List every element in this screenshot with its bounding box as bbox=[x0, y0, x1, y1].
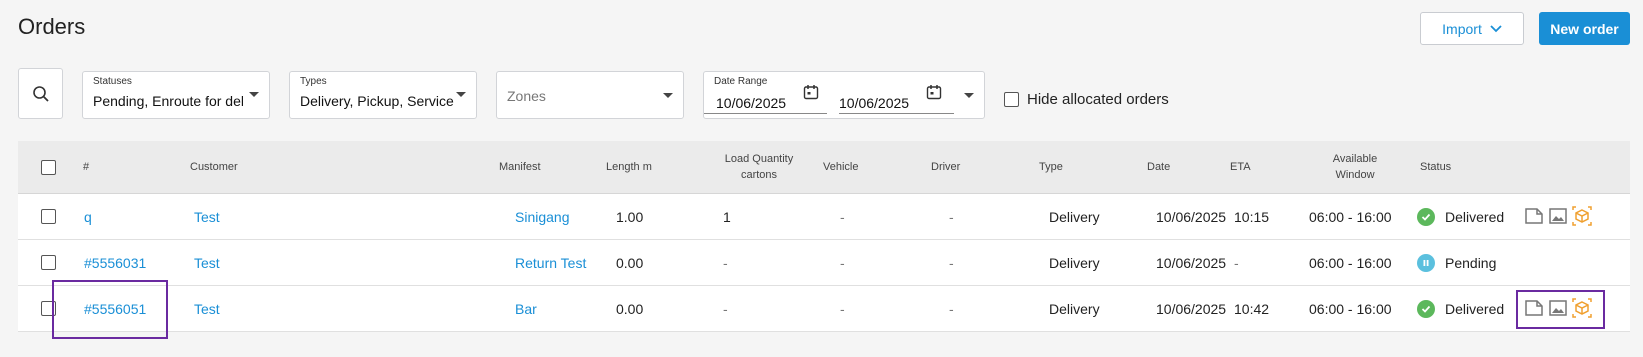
table-row[interactable]: #5556031 Test Return Test 0.00 - - - Del… bbox=[18, 240, 1630, 286]
type-value: Delivery bbox=[1049, 301, 1100, 317]
status-label: Delivered bbox=[1445, 301, 1505, 317]
pause-icon bbox=[1417, 254, 1435, 272]
manifest-link[interactable]: Sinigang bbox=[515, 194, 570, 240]
load-value: 1 bbox=[723, 209, 731, 225]
status-badge: Delivered bbox=[1417, 194, 1504, 240]
date-range-label: Date Range bbox=[714, 76, 768, 87]
calendar-icon[interactable] bbox=[926, 84, 942, 100]
customer-link[interactable]: Test bbox=[194, 286, 220, 332]
vehicle-value: - bbox=[840, 255, 845, 271]
package-icon[interactable] bbox=[1572, 205, 1592, 227]
date-range-filter: Date Range 10/06/2025 10/06/2025 bbox=[703, 71, 985, 119]
window-value: 06:00 - 16:00 bbox=[1309, 209, 1392, 225]
status-label: Delivered bbox=[1445, 209, 1505, 225]
eta-value: 10:42 bbox=[1234, 301, 1270, 317]
check-icon bbox=[1417, 300, 1435, 318]
zones-filter[interactable]: Zones bbox=[496, 71, 684, 119]
types-value: Delivery, Pickup, Service bbox=[300, 93, 454, 109]
date-value: 10/06/2025 bbox=[1156, 209, 1227, 225]
search-icon bbox=[32, 85, 49, 102]
col-driver: Driver bbox=[931, 161, 961, 173]
length-value: 0.00 bbox=[616, 301, 644, 317]
eta-value: - bbox=[1234, 255, 1239, 271]
date-value: 10/06/2025 bbox=[1156, 255, 1227, 271]
window-value: 06:00 - 16:00 bbox=[1309, 301, 1392, 317]
eta-value: 10:15 bbox=[1234, 209, 1270, 225]
col-type: Type bbox=[1039, 161, 1063, 173]
col-eta: ETA bbox=[1230, 161, 1251, 173]
type-value: Delivery bbox=[1049, 255, 1100, 271]
statuses-label: Statuses bbox=[93, 76, 132, 87]
col-load-quantity: Load Quantity cartons bbox=[724, 153, 794, 181]
manifest-link[interactable]: Bar bbox=[515, 286, 537, 332]
length-value: 0.00 bbox=[616, 255, 644, 271]
date-from-value: 10/06/2025 bbox=[716, 95, 787, 111]
order-number-link[interactable]: q bbox=[84, 194, 92, 240]
customer-link[interactable]: Test bbox=[194, 194, 220, 240]
row-checkbox[interactable] bbox=[41, 209, 56, 224]
statuses-value: Pending, Enroute for del... bbox=[93, 93, 243, 109]
import-button[interactable]: Import bbox=[1420, 12, 1524, 45]
col-customer: Customer bbox=[190, 161, 238, 173]
driver-value: - bbox=[949, 209, 954, 225]
vehicle-value: - bbox=[840, 301, 845, 317]
types-label: Types bbox=[300, 76, 327, 87]
manifest-link[interactable]: Return Test bbox=[515, 240, 586, 286]
customer-link[interactable]: Test bbox=[194, 240, 220, 286]
document-icon[interactable] bbox=[1524, 205, 1544, 227]
driver-value: - bbox=[949, 255, 954, 271]
driver-value: - bbox=[949, 301, 954, 317]
vehicle-value: - bbox=[840, 209, 845, 225]
col-date: Date bbox=[1147, 161, 1171, 173]
chevron-down-icon bbox=[456, 92, 466, 97]
chevron-down-icon bbox=[249, 92, 259, 97]
search-button[interactable] bbox=[18, 68, 63, 119]
window-value: 06:00 - 16:00 bbox=[1309, 255, 1392, 271]
col-length: Length m bbox=[606, 161, 652, 173]
col-status: Status bbox=[1420, 161, 1452, 173]
date-to-value: 10/06/2025 bbox=[839, 95, 910, 111]
zones-placeholder: Zones bbox=[507, 88, 546, 104]
col-manifest: Manifest bbox=[499, 161, 541, 173]
import-label: Import bbox=[1442, 20, 1482, 37]
length-value: 1.00 bbox=[616, 209, 644, 225]
status-badge: Delivered bbox=[1417, 286, 1504, 332]
page-title: Orders bbox=[18, 14, 86, 39]
statuses-filter[interactable]: Statuses Pending, Enroute for del... bbox=[82, 71, 270, 119]
table-row[interactable]: q Test Sinigang 1.00 1 - - Delivery 10/0… bbox=[18, 194, 1630, 240]
highlight-box bbox=[52, 280, 168, 339]
table-row[interactable]: #5556051 Test Bar 0.00 - - - Delivery 10… bbox=[18, 286, 1630, 332]
select-all-checkbox[interactable] bbox=[41, 160, 56, 175]
check-icon bbox=[1417, 208, 1435, 226]
highlight-box bbox=[1516, 290, 1605, 329]
calendar-icon[interactable] bbox=[803, 84, 819, 100]
table-header: # Customer Manifest Length m Load Quanti… bbox=[18, 141, 1630, 194]
row-actions bbox=[1524, 205, 1592, 227]
row-checkbox[interactable] bbox=[41, 255, 56, 270]
date-value: 10/06/2025 bbox=[1156, 301, 1227, 317]
hide-allocated-toggle[interactable]: Hide allocated orders bbox=[1004, 91, 1169, 108]
col-vehicle: Vehicle bbox=[823, 161, 859, 173]
chevron-down-icon bbox=[1490, 24, 1502, 32]
types-filter[interactable]: Types Delivery, Pickup, Service bbox=[289, 71, 477, 119]
col-number: # bbox=[83, 161, 90, 173]
load-value: - bbox=[723, 255, 728, 271]
status-label: Pending bbox=[1445, 255, 1497, 271]
hide-allocated-label: Hide allocated orders bbox=[1027, 91, 1169, 108]
status-badge: Pending bbox=[1417, 240, 1496, 286]
chevron-down-icon[interactable] bbox=[964, 93, 974, 98]
chevron-down-icon bbox=[663, 93, 673, 98]
orders-table: # Customer Manifest Length m Load Quanti… bbox=[18, 141, 1630, 332]
image-icon[interactable] bbox=[1548, 205, 1568, 227]
col-window: Available Window bbox=[1332, 153, 1378, 181]
load-value: - bbox=[723, 301, 728, 317]
type-value: Delivery bbox=[1049, 209, 1100, 225]
hide-allocated-checkbox[interactable] bbox=[1004, 92, 1019, 107]
new-order-button[interactable]: New order bbox=[1539, 12, 1630, 45]
